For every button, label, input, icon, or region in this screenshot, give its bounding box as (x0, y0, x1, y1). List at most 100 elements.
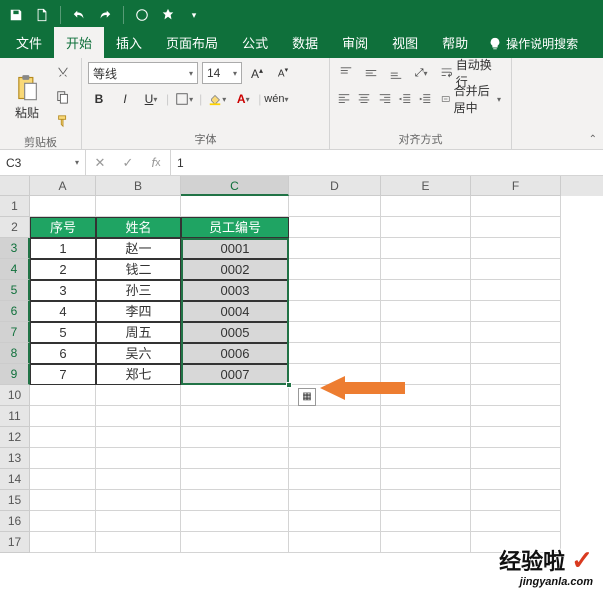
cell-A12[interactable] (30, 427, 96, 448)
cell-E17[interactable] (381, 532, 471, 553)
formula-input[interactable]: 1 (171, 150, 603, 175)
cell-C1[interactable] (181, 196, 289, 217)
paste-button[interactable]: 粘贴 (6, 62, 48, 132)
increase-indent-button[interactable] (417, 88, 433, 110)
row-4[interactable]: 4 (0, 259, 30, 280)
qat-more-icon[interactable]: ▾ (184, 5, 204, 25)
collapse-ribbon-icon[interactable]: ⌃ (589, 134, 597, 145)
cell-A7[interactable]: 5 (30, 322, 96, 343)
tab-insert[interactable]: 插入 (104, 27, 154, 58)
cell-D13[interactable] (289, 448, 381, 469)
align-center-button[interactable] (356, 88, 372, 110)
select-all-corner[interactable] (0, 176, 30, 196)
cell-C17[interactable] (181, 532, 289, 553)
cell-B9[interactable]: 郑七 (96, 364, 181, 385)
cell-A2[interactable]: 序号 (30, 217, 96, 238)
row-9[interactable]: 9 (0, 364, 30, 385)
tab-data[interactable]: 数据 (280, 27, 330, 58)
cell-B1[interactable] (96, 196, 181, 217)
cell-C5[interactable]: 0003 (181, 280, 289, 301)
align-left-button[interactable] (336, 88, 352, 110)
bold-button[interactable]: B (88, 88, 110, 110)
autofill-options-icon[interactable]: ▦ (298, 388, 316, 406)
cell-A16[interactable] (30, 511, 96, 532)
cell-E10[interactable] (381, 385, 471, 406)
cell-F11[interactable] (471, 406, 561, 427)
cell-A14[interactable] (30, 469, 96, 490)
cell-E2[interactable] (381, 217, 471, 238)
cell-F16[interactable] (471, 511, 561, 532)
row-11[interactable]: 11 (0, 406, 30, 427)
cell-D6[interactable] (289, 301, 381, 322)
redo-icon[interactable] (95, 5, 115, 25)
cell-F10[interactable] (471, 385, 561, 406)
cell-D16[interactable] (289, 511, 381, 532)
row-16[interactable]: 16 (0, 511, 30, 532)
merge-center-button[interactable]: 合并后居中▾ (437, 88, 505, 110)
tab-help[interactable]: 帮助 (430, 27, 480, 58)
cell-B4[interactable]: 钱二 (96, 259, 181, 280)
cell-C10[interactable] (181, 385, 289, 406)
cell-F15[interactable] (471, 490, 561, 511)
cell-E8[interactable] (381, 343, 471, 364)
cell-B14[interactable] (96, 469, 181, 490)
cell-C15[interactable] (181, 490, 289, 511)
cell-A9[interactable]: 7 (30, 364, 96, 385)
cell-B12[interactable] (96, 427, 181, 448)
row-17[interactable]: 17 (0, 532, 30, 553)
cell-F7[interactable] (471, 322, 561, 343)
cell-C7[interactable]: 0005 (181, 322, 289, 343)
col-D[interactable]: D (289, 176, 381, 196)
italic-button[interactable]: I (114, 88, 136, 110)
tab-formulas[interactable]: 公式 (230, 27, 280, 58)
cell-F13[interactable] (471, 448, 561, 469)
cell-B16[interactable] (96, 511, 181, 532)
cell-A8[interactable]: 6 (30, 343, 96, 364)
align-top-button[interactable] (336, 62, 357, 84)
tab-review[interactable]: 审阅 (330, 27, 380, 58)
align-middle-button[interactable] (361, 62, 382, 84)
cell-B3[interactable]: 赵一 (96, 238, 181, 259)
name-box[interactable]: C3▾ (0, 150, 86, 175)
cell-F14[interactable] (471, 469, 561, 490)
row-13[interactable]: 13 (0, 448, 30, 469)
cell-F5[interactable] (471, 280, 561, 301)
fill-color-button[interactable]: ▾ (206, 88, 228, 110)
cell-B15[interactable] (96, 490, 181, 511)
cancel-formula-button[interactable]: ✕ (86, 155, 114, 171)
new-file-icon[interactable] (32, 5, 52, 25)
copy-button[interactable] (52, 86, 74, 108)
cell-D12[interactable] (289, 427, 381, 448)
font-color-button[interactable]: A▾ (232, 88, 254, 110)
cell-A1[interactable] (30, 196, 96, 217)
cell-D1[interactable] (289, 196, 381, 217)
quick-print-icon[interactable] (132, 5, 152, 25)
cell-A10[interactable] (30, 385, 96, 406)
row-5[interactable]: 5 (0, 280, 30, 301)
cell-E9[interactable] (381, 364, 471, 385)
row-6[interactable]: 6 (0, 301, 30, 322)
row-3[interactable]: 3 (0, 238, 30, 259)
col-A[interactable]: A (30, 176, 96, 196)
fill-handle[interactable] (286, 382, 292, 388)
touch-mode-icon[interactable] (158, 5, 178, 25)
cell-F3[interactable] (471, 238, 561, 259)
font-size-combo[interactable]: 14▾ (202, 62, 242, 84)
cell-E12[interactable] (381, 427, 471, 448)
cell-C6[interactable]: 0004 (181, 301, 289, 322)
cell-E13[interactable] (381, 448, 471, 469)
cell-C8[interactable]: 0006 (181, 343, 289, 364)
cell-C9[interactable]: 0007 (181, 364, 289, 385)
cell-C2[interactable]: 员工编号 (181, 217, 289, 238)
cell-A17[interactable] (30, 532, 96, 553)
row-12[interactable]: 12 (0, 427, 30, 448)
cell-F12[interactable] (471, 427, 561, 448)
phonetic-button[interactable]: wén▾ (265, 88, 287, 110)
align-bottom-button[interactable] (386, 62, 407, 84)
cell-E5[interactable] (381, 280, 471, 301)
underline-button[interactable]: U▾ (140, 88, 162, 110)
cell-F6[interactable] (471, 301, 561, 322)
cell-D9[interactable] (289, 364, 381, 385)
cell-B5[interactable]: 孙三 (96, 280, 181, 301)
cell-F2[interactable] (471, 217, 561, 238)
